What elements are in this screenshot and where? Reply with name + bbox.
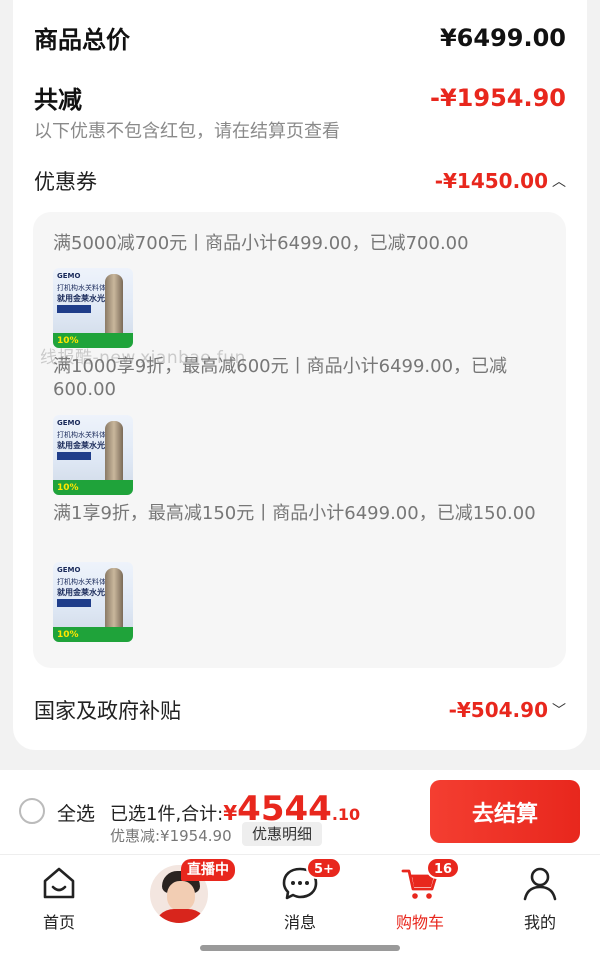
- coupon-amount-toggle[interactable]: -¥1450.00 ︿: [435, 169, 566, 193]
- tab-cart-label: 购物车: [395, 913, 444, 932]
- total-price-label: 商品总价: [34, 26, 130, 54]
- subsidy-label: 国家及政府补贴: [34, 699, 181, 723]
- tab-mine[interactable]: 我的: [500, 863, 580, 933]
- total-decimal: .10: [331, 805, 361, 824]
- total-price-value: ¥6499.00: [439, 23, 566, 52]
- checkout-button[interactable]: 去结算: [430, 780, 580, 843]
- selected-total: 已选1件,合计: ¥ 4544 .10: [110, 789, 361, 829]
- coupon-item-text: 满1享9折，最高减150元丨商品小计6499.00，已减150.00: [53, 503, 536, 524]
- coupon-label: 优惠券: [34, 170, 97, 194]
- subsidy-row[interactable]: 国家及政府补贴 -¥504.90 ﹀: [34, 695, 566, 725]
- subsidy-amount-toggle[interactable]: -¥504.90 ﹀: [449, 698, 566, 722]
- total-reduce-row: 共减 -¥1954.90: [34, 80, 566, 115]
- messages-badge: 5+: [306, 857, 342, 879]
- cart-icon: 16: [400, 857, 461, 903]
- cart-badge: 16: [426, 857, 461, 879]
- tab-cart[interactable]: 16 购物车: [380, 857, 461, 933]
- coupon-amount: -¥1450.00: [434, 169, 548, 193]
- subsidy-amount: -¥504.90: [448, 698, 548, 722]
- total-reduce-label: 共减: [34, 86, 82, 114]
- product-thumbnail: GEMO 打机构水关料体 就用金莱水光池 10%: [53, 562, 133, 642]
- coupon-details: 满5000减700元丨商品小计6499.00，已减700.00 GEMO 打机构…: [33, 212, 566, 668]
- home-indicator[interactable]: [200, 945, 400, 951]
- total-price-row: 商品总价 ¥6499.00: [34, 20, 566, 55]
- selected-prefix: 已选1件,合计:: [110, 804, 224, 825]
- checkout-bar: 全选 已选1件,合计: ¥ 4544 .10 优惠减:¥1954.90 优惠明细…: [0, 770, 600, 854]
- product-thumbnail: GEMO 打机构水关料体 就用金莱水光池 10%: [53, 415, 133, 495]
- select-all-label[interactable]: 全选: [57, 799, 95, 826]
- tab-mine-label: 我的: [523, 913, 556, 932]
- tab-home-label: 首页: [42, 913, 75, 932]
- home-icon: [39, 863, 79, 903]
- live-badge: 直播中: [181, 859, 235, 881]
- message-icon: 5+: [280, 857, 342, 903]
- currency-symbol: ¥: [223, 801, 238, 825]
- order-summary-card: 商品总价 ¥6499.00 共减 -¥1954.90 以下优惠不包含红包，请在结…: [13, 0, 587, 750]
- user-icon: [520, 863, 560, 903]
- coupon-row[interactable]: 优惠券 -¥1450.00 ︿: [34, 166, 566, 196]
- tab-home[interactable]: 首页: [19, 863, 99, 933]
- discount-detail-button[interactable]: 优惠明细: [242, 822, 323, 846]
- discount-note: 以下优惠不包含红包，请在结算页查看: [34, 121, 340, 142]
- chevron-up-icon: ︿: [552, 174, 566, 190]
- tab-messages[interactable]: 5+ 消息: [260, 857, 342, 933]
- select-all-radio[interactable]: [19, 798, 45, 824]
- chevron-down-icon: ﹀: [552, 703, 566, 719]
- total-integer: 4544: [237, 789, 332, 829]
- coupon-item-text: 满5000减700元丨商品小计6499.00，已减700.00: [53, 233, 469, 254]
- watermark: 线报酷-new.xianbao.fun: [40, 348, 246, 368]
- tab-messages-label: 消息: [283, 913, 316, 932]
- total-reduce-value: -¥1954.90: [430, 83, 566, 112]
- product-thumbnail: GEMO 打机构水关料体 就用金莱水光池 10%: [53, 268, 133, 348]
- discount-summary: 优惠减:¥1954.90: [110, 827, 232, 845]
